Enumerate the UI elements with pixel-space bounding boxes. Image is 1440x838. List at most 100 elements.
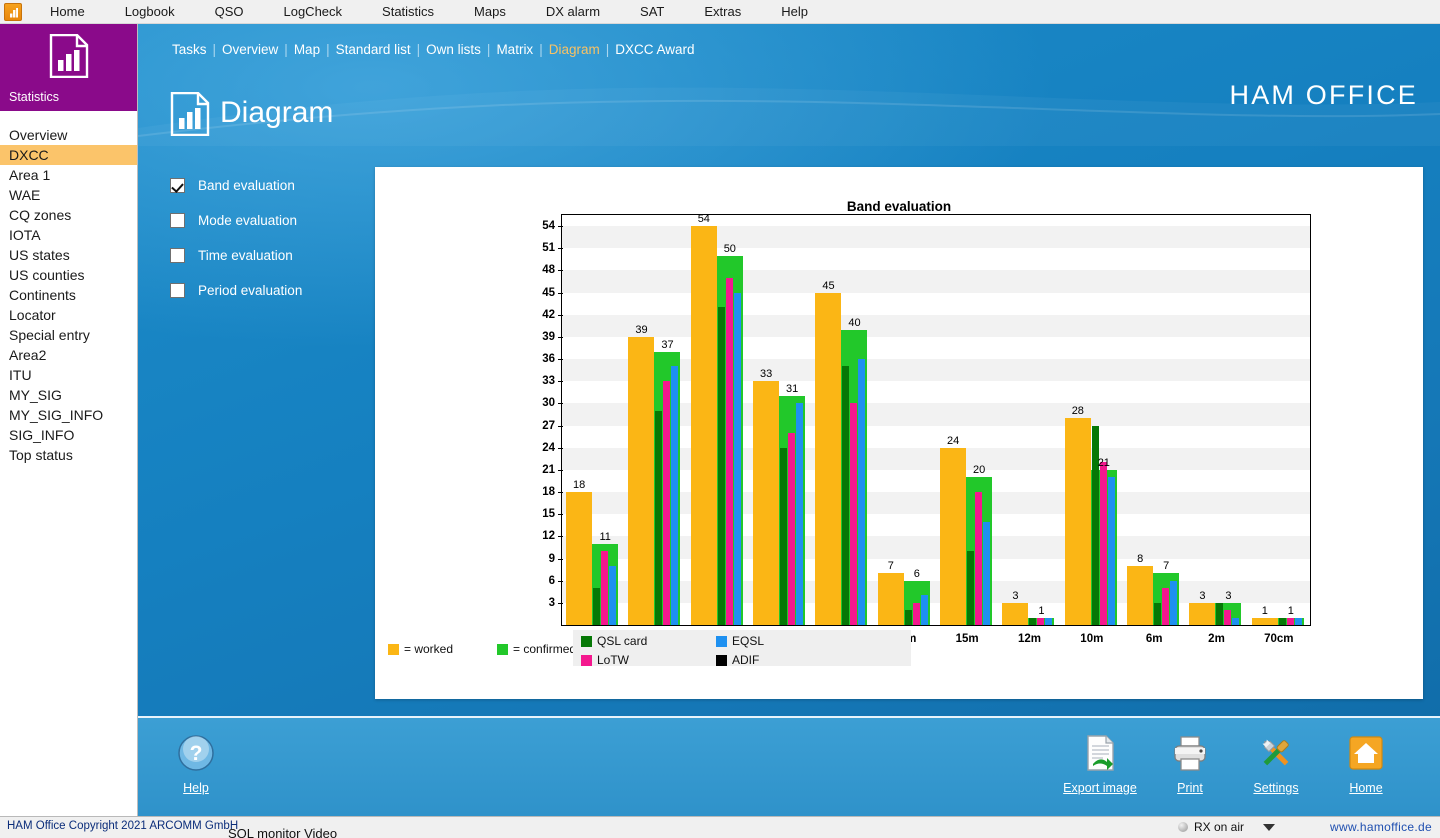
sidebar-header-label: Statistics xyxy=(9,90,59,104)
sidebar-item-my-sig[interactable]: MY_SIG xyxy=(0,385,137,405)
home-button[interactable]: Home xyxy=(1318,730,1414,795)
menu-item-logcheck[interactable]: LogCheck xyxy=(263,1,362,23)
menu-item-help[interactable]: Help xyxy=(761,1,828,23)
chevron-down-icon[interactable] xyxy=(1263,824,1275,831)
subnav-separator: | xyxy=(487,42,491,57)
menu-item-dx-alarm[interactable]: DX alarm xyxy=(526,1,620,23)
subnav-separator: | xyxy=(326,42,330,57)
print-label: Print xyxy=(1142,781,1238,795)
bar-worked xyxy=(878,573,904,625)
checkbox-time-evaluation[interactable] xyxy=(170,248,185,263)
checkbox-period-evaluation[interactable] xyxy=(170,283,185,298)
checkbox-row-time-evaluation[interactable]: Time evaluation xyxy=(170,238,302,273)
help-button[interactable]: ? Help xyxy=(148,730,244,795)
sidebar-item-top-status[interactable]: Top status xyxy=(0,445,137,465)
legend-label: = confirmed xyxy=(513,642,576,656)
bar-value-label-confirmed: 37 xyxy=(661,339,673,352)
sidebar-item-iota[interactable]: IOTA xyxy=(0,225,137,245)
bar-qsl-card xyxy=(780,448,787,625)
sidebar-item-itu[interactable]: ITU xyxy=(0,365,137,385)
chart-bar-group: 3112m xyxy=(998,215,1060,625)
bar-value-label-worked: 1 xyxy=(1262,605,1268,618)
settings-button[interactable]: Settings xyxy=(1228,730,1324,795)
checkbox-row-band-evaluation[interactable]: Band evaluation xyxy=(170,168,302,203)
sql-monitor-video-text: SQL monitor Video xyxy=(228,826,337,838)
y-axis-tick-label: 24 xyxy=(542,442,555,454)
sidebar-item-overview[interactable]: Overview xyxy=(0,125,137,145)
checkbox-row-period-evaluation[interactable]: Period evaluation xyxy=(170,273,302,308)
sidebar-item-area2[interactable]: Area2 xyxy=(0,345,137,365)
checkbox-band-evaluation[interactable] xyxy=(170,178,185,193)
legend-color-swatch xyxy=(716,655,727,666)
bar-value-label-confirmed: 11 xyxy=(599,531,610,544)
subnav-item-tasks[interactable]: Tasks xyxy=(172,42,207,57)
bar-worked xyxy=(1002,603,1028,625)
menu-item-sat[interactable]: SAT xyxy=(620,1,684,23)
help-label: Help xyxy=(148,781,244,795)
tools-icon xyxy=(1228,730,1324,776)
bar-qsl-card xyxy=(967,551,974,625)
checkbox-label-period-evaluation: Period evaluation xyxy=(198,283,302,298)
sidebar-item-wae[interactable]: WAE xyxy=(0,185,137,205)
chart-bar-group: 7617m xyxy=(874,215,936,625)
chart-bar-group: 545040m xyxy=(687,215,749,625)
bar-lotw xyxy=(1100,462,1107,625)
y-axis-tick-label: 39 xyxy=(542,331,555,343)
checkbox-label-time-evaluation: Time evaluation xyxy=(198,248,293,263)
export-image-button[interactable]: Export image xyxy=(1052,730,1148,795)
bar-eqsl xyxy=(1045,618,1052,625)
sidebar-item-us-counties[interactable]: US counties xyxy=(0,265,137,285)
menu-item-home[interactable]: Home xyxy=(30,1,105,23)
menu-item-statistics[interactable]: Statistics xyxy=(362,1,454,23)
x-axis-tick-label: 10m xyxy=(1080,633,1103,645)
subnav-separator: | xyxy=(417,42,421,57)
legend-sub-entry: LoTW xyxy=(581,653,629,666)
y-axis-tick-label: 27 xyxy=(542,420,555,432)
bar-qsl-card xyxy=(1279,618,1286,625)
bar-qsl-card xyxy=(655,411,662,625)
checkbox-row-mode-evaluation[interactable]: Mode evaluation xyxy=(170,203,302,238)
bar-lotw xyxy=(1287,618,1294,625)
subnav-item-own-lists[interactable]: Own lists xyxy=(426,42,481,57)
bar-eqsl xyxy=(1170,581,1177,625)
sidebar-item-locator[interactable]: Locator xyxy=(0,305,137,325)
menu-item-maps[interactable]: Maps xyxy=(454,1,526,23)
bar-lotw xyxy=(1037,618,1044,625)
sidebar-item-sig-info[interactable]: SIG_INFO xyxy=(0,425,137,445)
sidebar-item-cq-zones[interactable]: CQ zones xyxy=(0,205,137,225)
y-axis-tick-label: 21 xyxy=(542,464,555,476)
legend-sub-label: LoTW xyxy=(597,653,629,666)
bar-qsl-card xyxy=(1092,426,1099,625)
sidebar-item-us-states[interactable]: US states xyxy=(0,245,137,265)
bar-value-label-confirmed: 1 xyxy=(1038,605,1044,618)
chart-bar-group: 1811160m xyxy=(562,215,624,625)
subnav-item-matrix[interactable]: Matrix xyxy=(496,42,533,57)
sidebar-item-list: OverviewDXCCArea 1WAECQ zonesIOTAUS stat… xyxy=(0,111,137,465)
subnav-item-standard-list[interactable]: Standard list xyxy=(336,42,411,57)
subnav-item-diagram[interactable]: Diagram xyxy=(549,42,600,57)
rx-on-air-status: RX on air xyxy=(1178,820,1244,834)
subnav-item-overview[interactable]: Overview xyxy=(222,42,278,57)
chart-bar-group: 1170cm xyxy=(1248,215,1310,625)
bar-lotw xyxy=(850,403,857,625)
sidebar-item-continents[interactable]: Continents xyxy=(0,285,137,305)
statistics-chart-icon xyxy=(49,34,89,78)
menu-item-logbook[interactable]: Logbook xyxy=(105,1,195,23)
legend-entry: = worked xyxy=(388,642,453,656)
chart-legend-main: = worked = confirmed xyxy=(388,642,576,656)
sidebar-item-area-1[interactable]: Area 1 xyxy=(0,165,137,185)
sidebar-item-my-sig-info[interactable]: MY_SIG_INFO xyxy=(0,405,137,425)
menu-item-extras[interactable]: Extras xyxy=(684,1,761,23)
home-label: Home xyxy=(1318,781,1414,795)
chart-bar-group: 332m xyxy=(1185,215,1247,625)
home-icon xyxy=(1318,730,1414,776)
sidebar-item-special-entry[interactable]: Special entry xyxy=(0,325,137,345)
sidebar-item-dxcc[interactable]: DXCC xyxy=(0,145,137,165)
subnav-item-dxcc-award[interactable]: DXCC Award xyxy=(615,42,694,57)
website-link[interactable]: www.hamoffice.de xyxy=(1330,820,1432,834)
y-axis-tick-label: 54 xyxy=(542,220,555,232)
menu-item-qso[interactable]: QSO xyxy=(195,1,264,23)
subnav-item-map[interactable]: Map xyxy=(294,42,320,57)
print-button[interactable]: Print xyxy=(1142,730,1238,795)
checkbox-mode-evaluation[interactable] xyxy=(170,213,185,228)
